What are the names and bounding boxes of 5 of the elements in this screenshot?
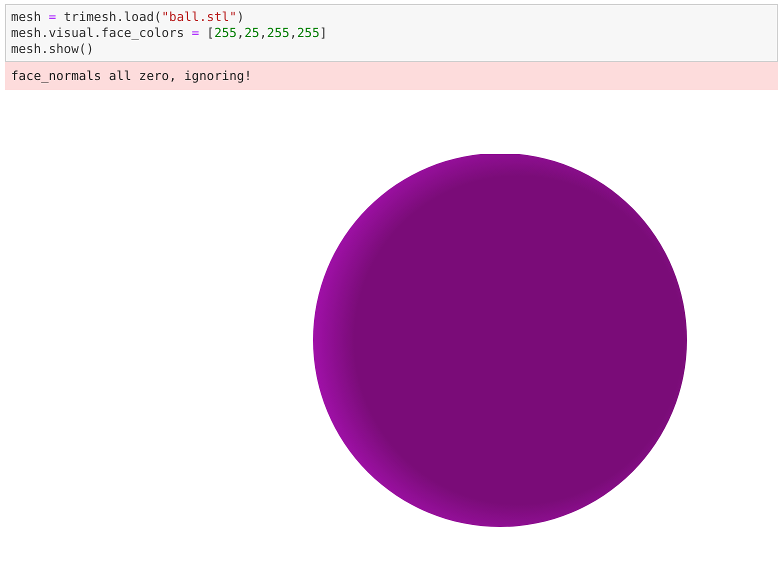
code-line: mesh.visual.face_colors = [255,25,255,255] <box>11 25 328 41</box>
code-input-cell[interactable]: mesh = trimesh.load("ball.stl") mesh.visual.face_colors = [255,25,255,255] mesh.show() <box>5 4 778 62</box>
code-line: mesh.show() <box>11 41 95 57</box>
code-line: mesh = trimesh.load("ball.stl") <box>11 9 246 25</box>
warning-output: face_normals all zero, ignoring! <box>5 62 778 90</box>
